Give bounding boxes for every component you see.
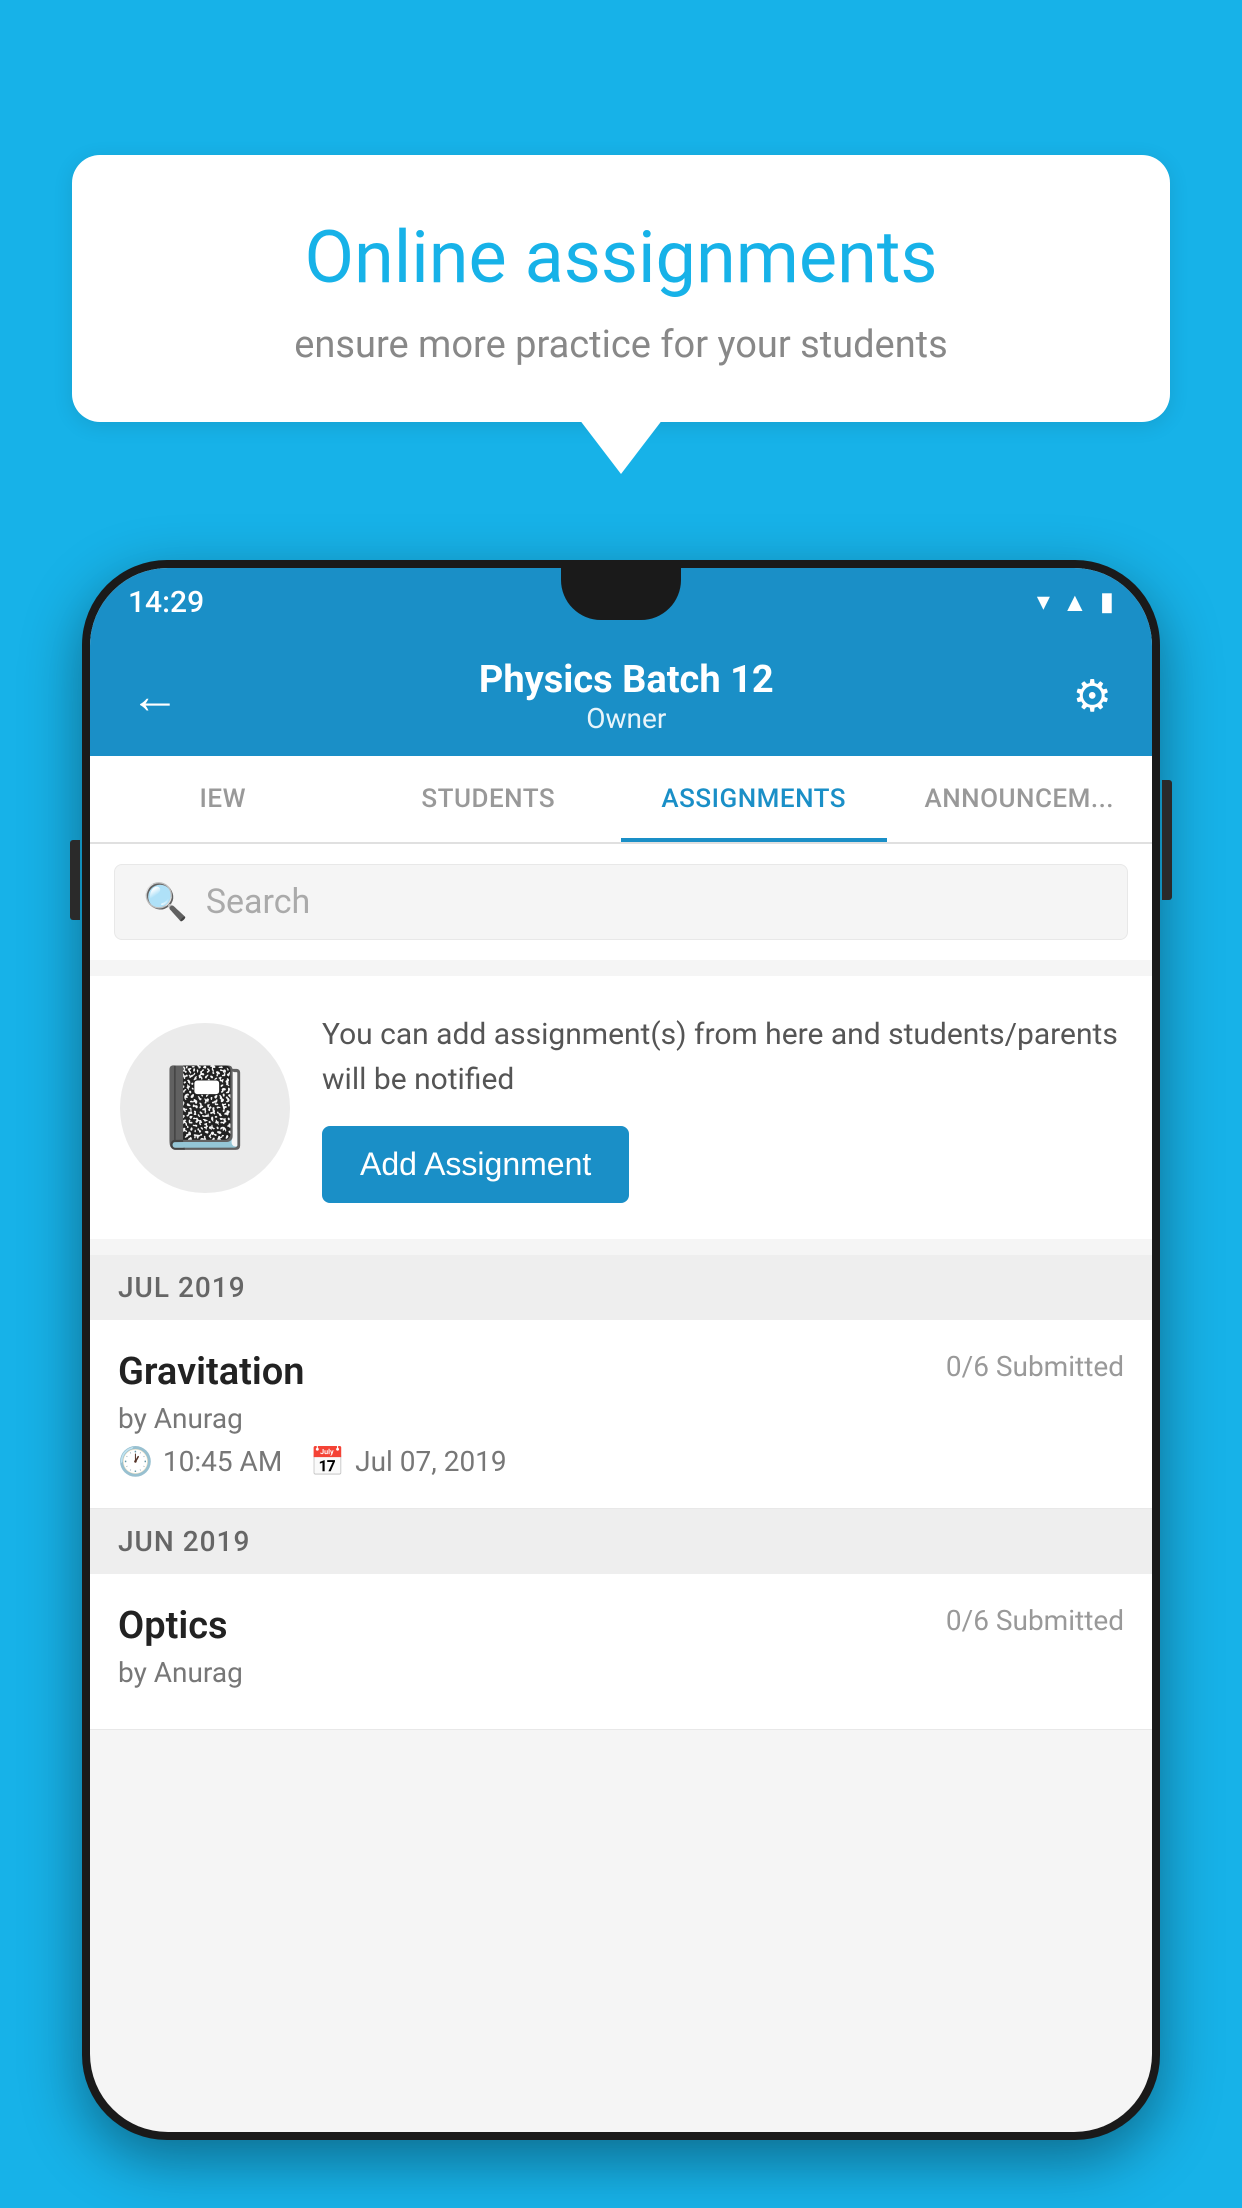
tab-announcements[interactable]: ANNOUNCEM... <box>887 756 1153 842</box>
notch <box>561 568 681 620</box>
assignment-item-optics[interactable]: Optics 0/6 Submitted by Anurag <box>90 1574 1152 1730</box>
assignment-name-optics: Optics <box>118 1604 228 1648</box>
app-bar-subtitle: Owner <box>479 702 774 735</box>
add-assignment-banner: 📓 You can add assignment(s) from here an… <box>90 976 1152 1239</box>
assignment-header-optics: Optics 0/6 Submitted <box>118 1604 1124 1648</box>
assignment-date: 📅 Jul 07, 2019 <box>310 1445 506 1478</box>
speech-bubble-container: Online assignments ensure more practice … <box>72 155 1170 422</box>
assignment-name: Gravitation <box>118 1350 305 1394</box>
add-assignment-button[interactable]: Add Assignment <box>322 1126 629 1203</box>
wifi-icon: ▾ <box>1037 587 1050 617</box>
assignment-time-value: 10:45 AM <box>163 1445 282 1478</box>
phone-frame: 14:29 ▾ ▲ ▮ ← Physics Batch 12 Owner ⚙ I… <box>82 560 1160 2140</box>
status-time: 14:29 <box>128 585 204 620</box>
tab-assignments[interactable]: ASSIGNMENTS <box>621 756 887 842</box>
search-bar[interactable]: 🔍 Search <box>114 864 1128 940</box>
assignment-header: Gravitation 0/6 Submitted <box>118 1350 1124 1394</box>
assignment-date-value: Jul 07, 2019 <box>355 1445 507 1478</box>
speech-bubble-title: Online assignments <box>142 215 1100 301</box>
app-bar: ← Physics Batch 12 Owner ⚙ <box>90 636 1152 756</box>
assignment-notebook-icon: 📓 <box>155 1061 255 1155</box>
assignment-item-gravitation[interactable]: Gravitation 0/6 Submitted by Anurag 🕐 10… <box>90 1320 1152 1509</box>
assignment-meta: 🕐 10:45 AM 📅 Jul 07, 2019 <box>118 1445 1124 1478</box>
assignment-icon-circle: 📓 <box>120 1023 290 1193</box>
assignment-submitted-optics: 0/6 Submitted <box>946 1604 1124 1637</box>
assignment-by: by Anurag <box>118 1402 1124 1435</box>
tab-iew[interactable]: IEW <box>90 756 356 842</box>
calendar-icon: 📅 <box>310 1445 345 1478</box>
status-icons: ▾ ▲ ▮ <box>1037 587 1114 618</box>
signal-icon: ▲ <box>1062 587 1088 618</box>
month-header-jul: JUL 2019 <box>90 1255 1152 1320</box>
app-bar-title: Physics Batch 12 <box>479 658 774 702</box>
month-header-jun: JUN 2019 <box>90 1509 1152 1574</box>
speech-bubble-subtitle: ensure more practice for your students <box>142 323 1100 367</box>
status-bar: 14:29 ▾ ▲ ▮ <box>90 568 1152 636</box>
assignment-info: You can add assignment(s) from here and … <box>322 1012 1122 1203</box>
settings-icon[interactable]: ⚙ <box>1073 670 1112 722</box>
power-button <box>1162 780 1172 900</box>
tab-students[interactable]: STUDENTS <box>356 756 622 842</box>
back-button[interactable]: ← <box>130 667 180 726</box>
search-icon: 🔍 <box>143 881 188 923</box>
tabs-container: IEW STUDENTS ASSIGNMENTS ANNOUNCEM... <box>90 756 1152 844</box>
volume-button <box>70 840 80 920</box>
app-bar-title-container: Physics Batch 12 Owner <box>479 658 774 735</box>
assignment-submitted: 0/6 Submitted <box>946 1350 1124 1383</box>
search-input-placeholder[interactable]: Search <box>206 882 310 922</box>
speech-bubble: Online assignments ensure more practice … <box>72 155 1170 422</box>
search-container: 🔍 Search <box>90 844 1152 960</box>
assignment-info-text: You can add assignment(s) from here and … <box>322 1012 1122 1102</box>
assignment-time: 🕐 10:45 AM <box>118 1445 282 1478</box>
assignment-by-optics: by Anurag <box>118 1656 1124 1689</box>
clock-icon: 🕐 <box>118 1445 153 1478</box>
phone-screen: 14:29 ▾ ▲ ▮ ← Physics Batch 12 Owner ⚙ I… <box>90 568 1152 2132</box>
battery-icon: ▮ <box>1100 587 1114 617</box>
